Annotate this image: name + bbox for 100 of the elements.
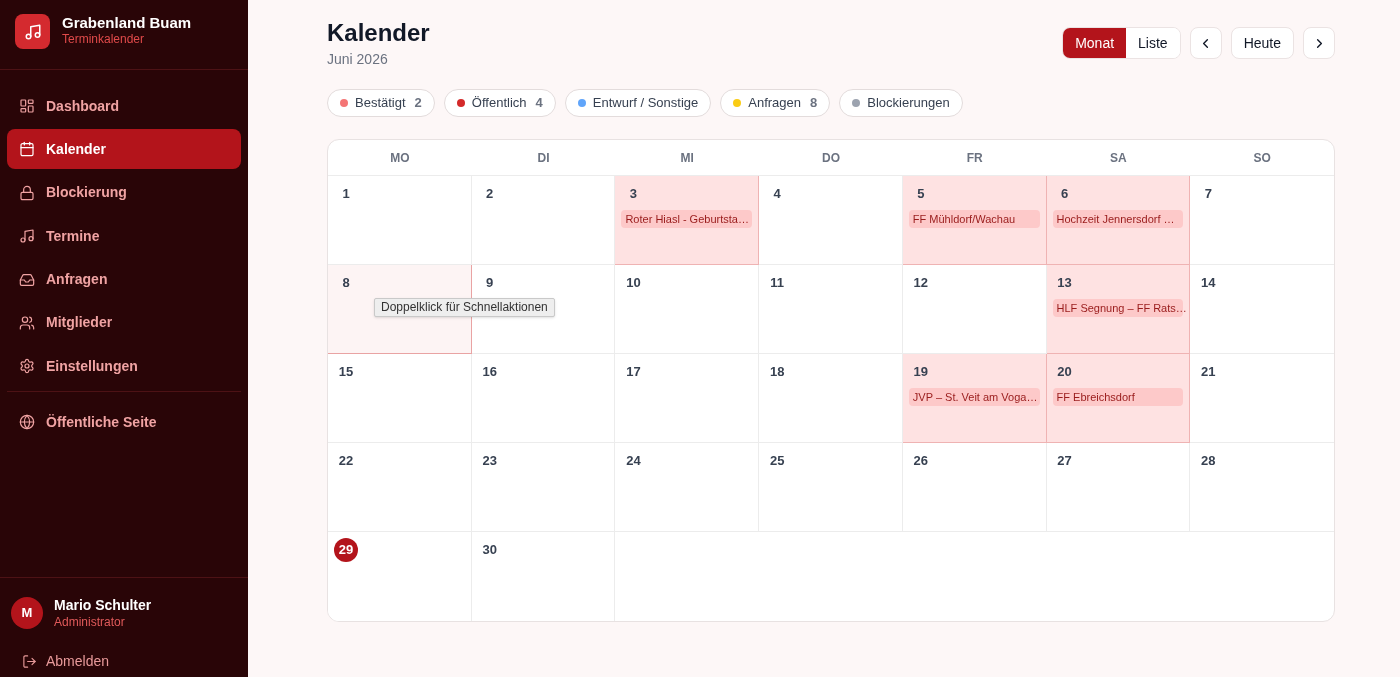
user-role: Administrator — [54, 614, 126, 630]
day-number: 19 — [912, 363, 930, 381]
day-number: 28 — [1200, 452, 1217, 470]
user-name: Mario Schulter — [54, 596, 152, 614]
day-number: 15 — [337, 363, 355, 381]
event-chip[interactable]: Roter Hiasl - Geburtsta… — [621, 209, 753, 228]
day-cell[interactable]: 26 — [902, 443, 1047, 532]
legend-filter-chip[interactable]: Bestätigt 2 — [327, 89, 435, 117]
event-chip[interactable]: FF Mühldorf/Wachau — [908, 209, 1040, 228]
sidebar-nav-item[interactable]: Einstellungen — [7, 346, 241, 387]
weekday-label: SO — [1253, 149, 1271, 167]
day-cell[interactable]: 29 — [328, 532, 472, 621]
day-number: 22 — [337, 452, 355, 470]
event-chip[interactable]: HLF Segnung – FF Rats… — [1052, 298, 1184, 317]
day-number: 14 — [1200, 274, 1217, 292]
day-number: 4 — [772, 185, 782, 203]
weekday-label: FR — [966, 149, 983, 167]
sidebar-nav-item[interactable]: Kalender — [7, 129, 241, 170]
layout-grid-icon — [19, 98, 35, 114]
legend-filter-chip[interactable]: Anfragen 8 — [720, 89, 831, 117]
day-cell[interactable]: 16 — [471, 354, 616, 443]
user-avatar: M — [11, 597, 43, 629]
day-cell[interactable]: 1 — [328, 176, 472, 265]
day-cell[interactable]: 5 FF Mühldorf/Wachau — [902, 176, 1047, 265]
logout-icon — [22, 653, 37, 669]
day-cell[interactable]: 3 Roter Hiasl - Geburtsta… — [615, 176, 760, 265]
day-cell[interactable]: 6 Hochzeit Jennersdorf … — [1046, 176, 1191, 265]
weekday-label: SA — [1110, 149, 1127, 167]
month-label: Juni 2026 — [327, 50, 389, 69]
day-cell[interactable]: 25 — [759, 443, 903, 532]
event-chip[interactable]: JVP – St. Veit am Voga… — [908, 387, 1040, 406]
weekday-label: MO — [390, 149, 410, 167]
day-cell[interactable]: 4 — [759, 176, 903, 265]
day-cell[interactable]: 2 — [471, 176, 616, 265]
day-cell[interactable]: 23 — [471, 443, 616, 532]
legend-filter-chip[interactable]: Blockierungen — [839, 89, 963, 117]
brand-title: Grabenland Buam — [62, 14, 192, 32]
day-cell[interactable]: 22 — [328, 443, 472, 532]
day-number: 8 — [341, 274, 351, 292]
sidebar-nav-item[interactable]: Blockierung — [7, 172, 241, 213]
sidebar-nav-item[interactable]: Anfragen — [7, 259, 241, 300]
day-number: 18 — [768, 363, 786, 381]
day-number: 27 — [1056, 452, 1073, 470]
day-number: 12 — [912, 274, 930, 292]
inbox-tray-icon — [19, 271, 35, 288]
day-number: 29 — [334, 537, 358, 562]
next-month-button[interactable] — [1303, 27, 1335, 59]
day-number: 6 — [1059, 185, 1070, 203]
legend-filter-chip[interactable]: Entwurf / Sonstige — [564, 89, 712, 117]
day-number: 26 — [912, 452, 930, 470]
day-number: 13 — [1056, 274, 1073, 292]
day-number: 16 — [481, 363, 498, 381]
legend-filter-chip[interactable]: Öffentlich 4 — [443, 89, 556, 117]
sidebar-nav-item[interactable]: Dashboard — [7, 86, 241, 126]
day-cell[interactable]: 13 HLF Segnung – FF Rats… — [1046, 265, 1191, 354]
previous-month-button[interactable] — [1189, 27, 1222, 59]
weekday-label: DO — [822, 149, 840, 167]
event-chip[interactable]: FF Ebreichsdorf — [1052, 387, 1184, 406]
weekday-label: MI — [680, 149, 694, 167]
logout-button[interactable]: Abmelden — [11, 645, 121, 677]
view-mode-tab[interactable]: Monat — [1063, 28, 1127, 58]
day-cell[interactable]: 17 — [615, 354, 760, 443]
day-number: 17 — [625, 363, 642, 381]
settings-icon — [19, 358, 35, 375]
legend-count: 2 — [414, 94, 422, 113]
day-cell[interactable]: 10 — [615, 265, 760, 354]
sidebar-nav-item[interactable]: Mitglieder — [7, 302, 241, 343]
weekday-label: DI — [537, 149, 550, 167]
day-number: 30 — [481, 541, 498, 559]
day-number: 24 — [625, 452, 642, 470]
day-number: 10 — [625, 274, 642, 292]
calendar-icon — [19, 141, 35, 158]
day-cell[interactable]: 27 — [1046, 443, 1191, 532]
day-cell[interactable]: 18 — [759, 354, 903, 443]
logo-icon — [15, 14, 50, 49]
legend-count: 8 — [810, 94, 818, 113]
day-number: 20 — [1056, 363, 1073, 381]
day-number: 25 — [768, 452, 786, 470]
day-cell[interactable]: 24 — [615, 443, 760, 532]
tooltip: Doppelklick für Schnellaktionen — [374, 298, 555, 317]
day-number: 7 — [1203, 185, 1213, 203]
sidebar-nav-item[interactable]: Öffentliche Seite — [7, 402, 241, 443]
day-number: 2 — [485, 185, 495, 203]
day-cell[interactable]: 12 — [902, 265, 1047, 354]
day-cell[interactable]: 15 — [328, 354, 472, 443]
sidebar-nav-item[interactable]: Termine — [7, 216, 241, 257]
day-number: 1 — [341, 185, 351, 203]
legend-count: 4 — [535, 94, 543, 113]
day-number: 3 — [628, 185, 639, 203]
day-cell[interactable]: 19 JVP – St. Veit am Voga… — [902, 354, 1047, 443]
day-number: 23 — [481, 452, 498, 470]
event-chip[interactable]: Hochzeit Jennersdorf … — [1052, 209, 1184, 228]
today-button[interactable]: Heute — [1230, 27, 1294, 59]
music-note-icon — [19, 228, 35, 245]
day-cell[interactable]: 20 FF Ebreichsdorf — [1046, 354, 1191, 443]
day-cell[interactable]: 11 — [759, 265, 903, 354]
day-number: 21 — [1200, 363, 1217, 381]
brand-subtitle: Terminkalender — [62, 32, 146, 47]
day-number: 11 — [769, 274, 785, 292]
globe-icon — [19, 414, 35, 431]
